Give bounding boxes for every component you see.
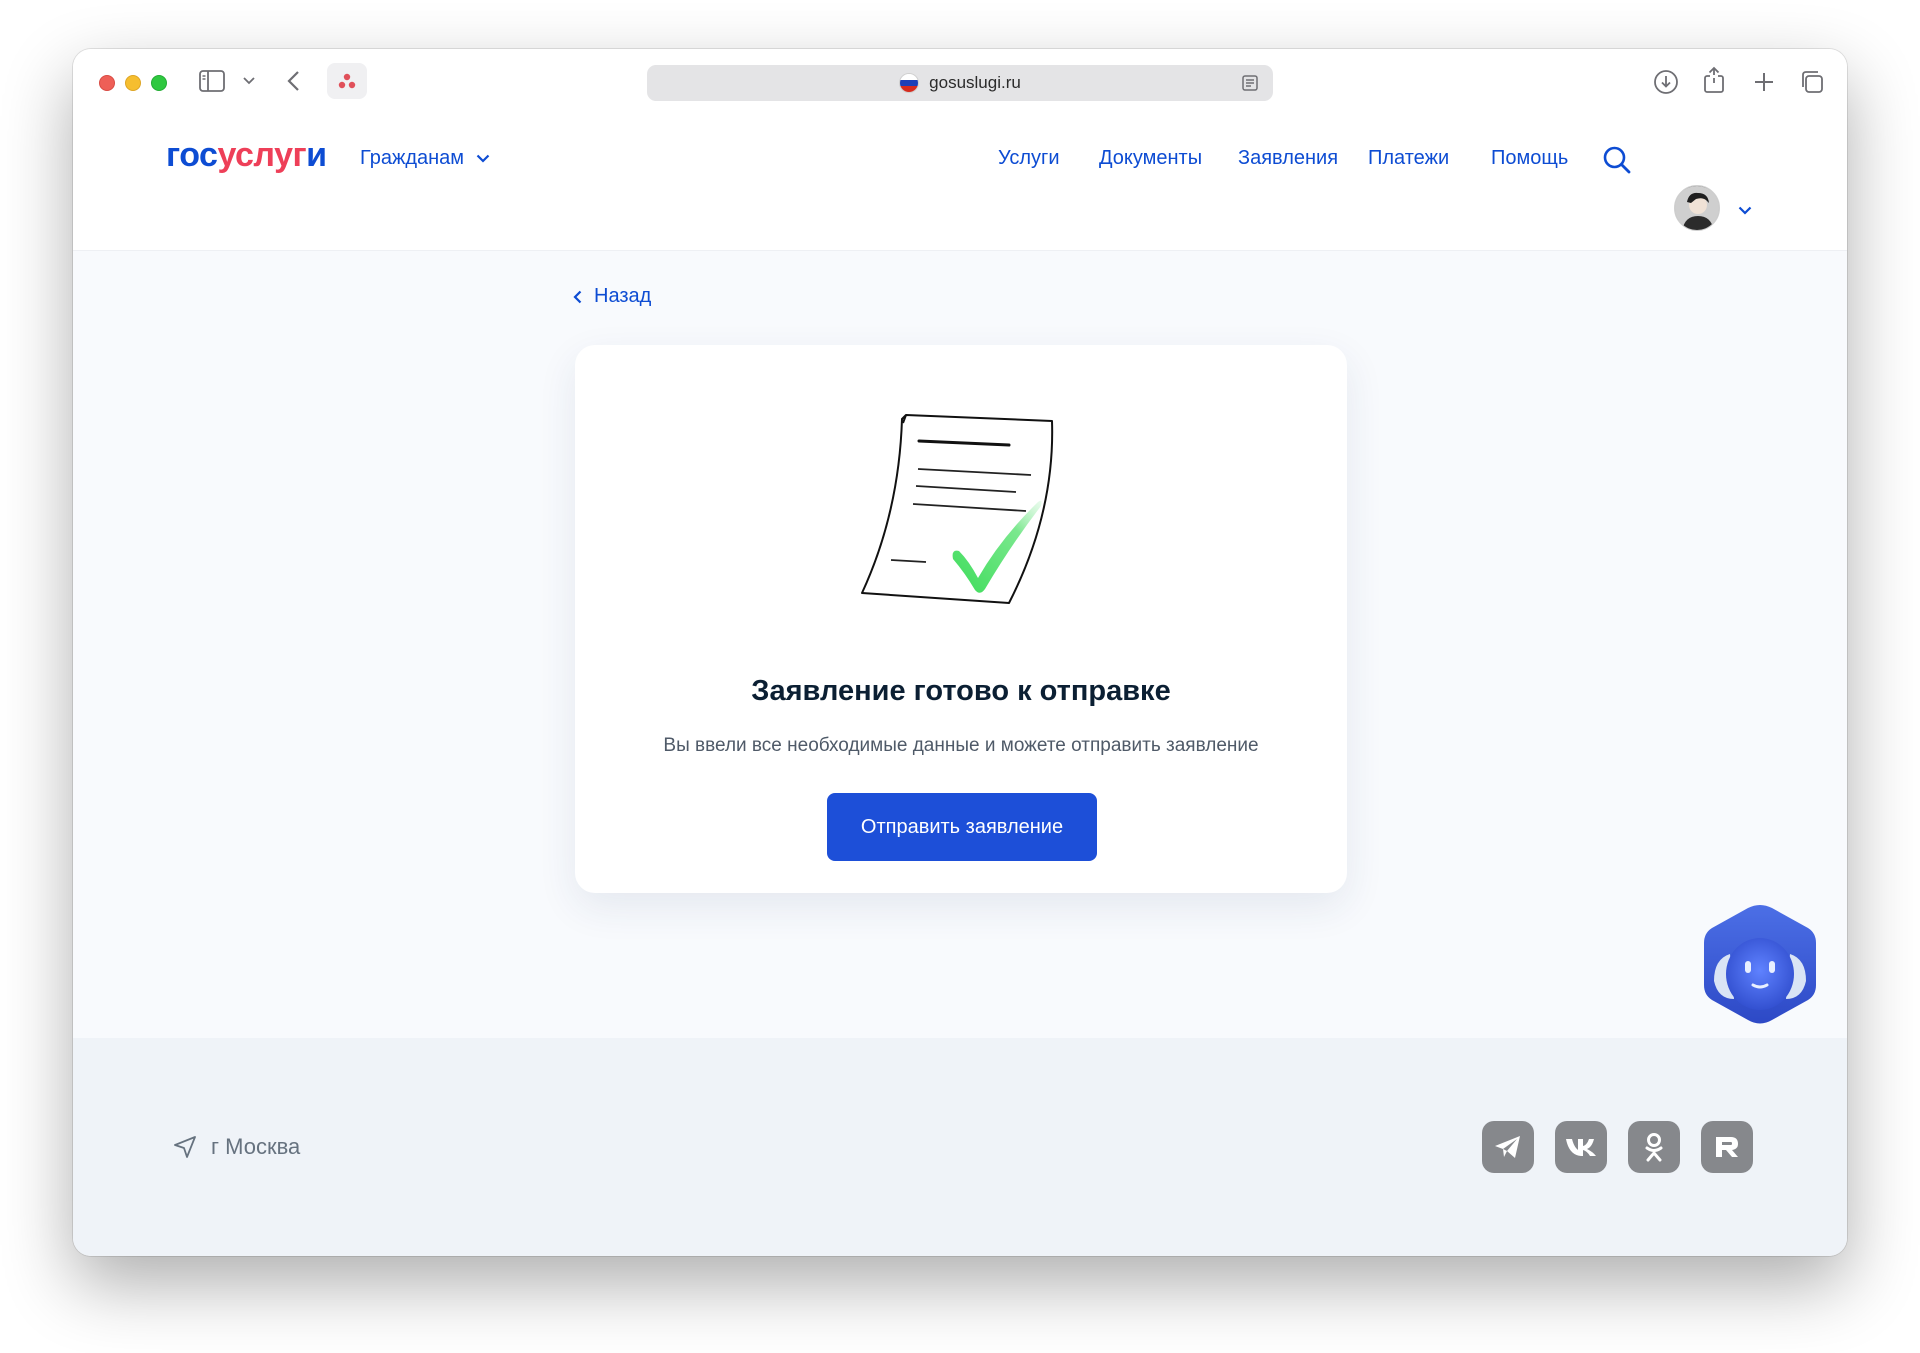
download-icon[interactable] bbox=[1653, 69, 1679, 95]
card-title: Заявление готово к отправке bbox=[751, 675, 1171, 707]
address-bar[interactable]: gosuslugi.ru bbox=[647, 65, 1273, 101]
site-footer: г Москва bbox=[73, 1038, 1847, 1256]
avatar[interactable] bbox=[1674, 185, 1720, 231]
location-label: г Москва bbox=[211, 1134, 301, 1159]
chevron-down-icon bbox=[476, 154, 490, 163]
logo-part-i: и bbox=[306, 136, 327, 174]
reader-icon[interactable] bbox=[1241, 74, 1259, 97]
minimize-window-button[interactable] bbox=[125, 75, 141, 91]
nav-help[interactable]: Помощь bbox=[1491, 147, 1568, 170]
telegram-icon[interactable] bbox=[1482, 1121, 1534, 1173]
close-window-button[interactable] bbox=[99, 75, 115, 91]
odnoklassniki-icon[interactable] bbox=[1628, 1121, 1680, 1173]
chevron-left-icon bbox=[573, 290, 582, 303]
document-check-illustration bbox=[861, 403, 1071, 618]
site-header bbox=[73, 117, 1847, 251]
site-logo[interactable]: госуслуги bbox=[166, 136, 327, 175]
browser-toolbar: gosuslugi.ru bbox=[73, 49, 1847, 117]
zoom-window-button[interactable] bbox=[151, 75, 167, 91]
nav-services[interactable]: Услуги bbox=[998, 147, 1060, 170]
rutube-icon[interactable] bbox=[1701, 1121, 1753, 1173]
back-arrow-icon[interactable] bbox=[286, 70, 300, 92]
back-link[interactable]: Назад bbox=[573, 285, 651, 308]
url-text: gosuslugi.ru bbox=[929, 73, 1021, 92]
location-arrow-icon bbox=[174, 1136, 196, 1158]
share-icon[interactable] bbox=[1703, 66, 1725, 94]
robot-assistant-icon[interactable] bbox=[1700, 899, 1820, 1034]
new-tab-icon[interactable] bbox=[1753, 71, 1775, 93]
location-selector[interactable]: г Москва bbox=[173, 1134, 300, 1160]
application-ready-card: Заявление готово к отправке Вы ввели все… bbox=[575, 345, 1347, 893]
main-content: Назад Заявление готово к отправке Вы вве… bbox=[73, 251, 1847, 1038]
submit-application-button[interactable]: Отправить заявление bbox=[827, 793, 1097, 861]
audience-dropdown[interactable]: Гражданам bbox=[360, 147, 490, 170]
nav-documents[interactable]: Документы bbox=[1099, 147, 1202, 170]
tabs-overview-icon[interactable] bbox=[1799, 69, 1825, 95]
card-subtitle: Вы ввели все необходимые данные и можете… bbox=[663, 735, 1259, 756]
search-icon[interactable] bbox=[1602, 145, 1632, 180]
logo-part-uslug: услуг bbox=[217, 136, 307, 174]
site-flag-icon bbox=[899, 73, 920, 93]
sidebar-icon[interactable] bbox=[199, 70, 225, 92]
logo-part-gos: гос bbox=[166, 136, 218, 174]
audience-label: Гражданам bbox=[360, 147, 465, 169]
extension-icon[interactable] bbox=[327, 63, 367, 99]
vk-icon[interactable] bbox=[1555, 1121, 1607, 1173]
browser-window: gosuslugi.ru госуслуги Гражданам Услуги … bbox=[73, 49, 1847, 1256]
nav-applications[interactable]: Заявления bbox=[1238, 147, 1338, 170]
chevron-down-icon[interactable] bbox=[243, 77, 255, 85]
back-label: Назад bbox=[594, 285, 652, 307]
chevron-down-icon[interactable] bbox=[1738, 202, 1752, 220]
nav-payments[interactable]: Платежи bbox=[1368, 147, 1449, 170]
